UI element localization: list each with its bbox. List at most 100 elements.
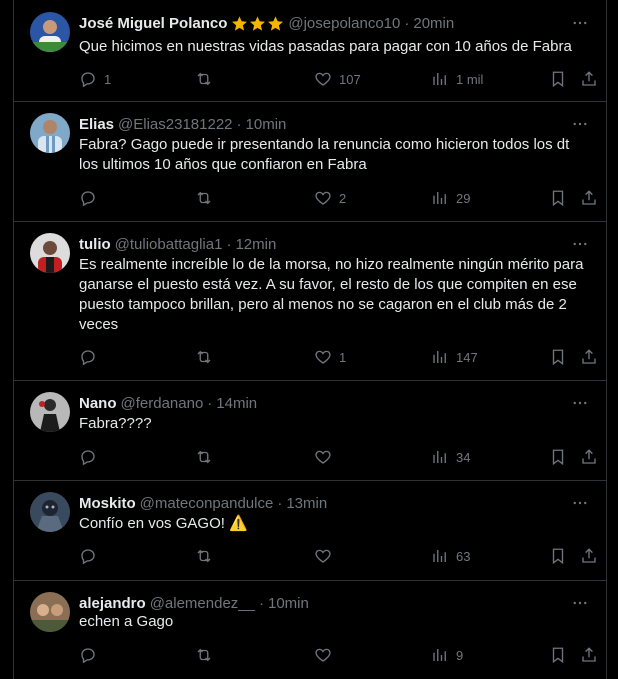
star-icon: [232, 15, 248, 31]
share-button[interactable]: [580, 347, 598, 367]
share-button[interactable]: [580, 188, 598, 208]
like-button[interactable]: 107: [314, 69, 361, 89]
text-line: Fabra????: [79, 415, 152, 432]
retweet-icon: [197, 549, 211, 563]
retweet-icon: [197, 350, 211, 364]
like-button[interactable]: 2: [314, 188, 346, 208]
display-name[interactable]: Moskito: [79, 495, 136, 512]
reply-button[interactable]: [79, 188, 104, 208]
star-icon: [268, 15, 284, 31]
views-button[interactable]: 1 mil: [431, 69, 483, 89]
timestamp[interactable]: 13min: [286, 495, 327, 512]
display-name[interactable]: tulio: [79, 236, 111, 253]
avatar[interactable]: [30, 592, 70, 632]
user-handle[interactable]: @tuliobattaglia1: [115, 236, 223, 253]
views-icon: [433, 550, 446, 562]
bookmark-button[interactable]: [549, 347, 567, 367]
more-icon[interactable]: [570, 593, 590, 613]
text-line: Es realmente increíble lo de la morsa, n…: [79, 256, 584, 273]
more-icon[interactable]: [570, 13, 590, 33]
tweet[interactable]: Moskito @mateconpandulce · 13min Confío …: [14, 480, 606, 581]
user-handle[interactable]: @ferdanano: [121, 395, 204, 412]
share-button[interactable]: [580, 546, 598, 566]
retweet-button[interactable]: [195, 347, 213, 367]
tweet-header: Moskito @mateconpandulce · 13min: [79, 493, 594, 513]
user-handle[interactable]: @Elias23181222: [118, 116, 232, 133]
views-icon: [433, 192, 446, 204]
action-bar: 9: [79, 645, 596, 665]
tweet[interactable]: Elias @Elias23181222 · 10min Fabra? Gago…: [14, 101, 606, 222]
views-button[interactable]: 29: [431, 188, 470, 208]
share-button[interactable]: [580, 69, 598, 89]
user-handle[interactable]: @mateconpandulce: [140, 495, 274, 512]
tweet[interactable]: Nano @ferdanano · 14min Fabra???? 34: [14, 380, 606, 481]
share-button[interactable]: [580, 447, 598, 467]
share-icon: [582, 349, 596, 364]
user-handle[interactable]: @josepolanco10: [288, 15, 400, 32]
timestamp[interactable]: 12min: [235, 236, 276, 253]
user-handle[interactable]: @alemendez__: [150, 595, 255, 612]
bookmark-button[interactable]: [549, 447, 567, 467]
display-name[interactable]: Elias: [79, 116, 114, 133]
retweet-button[interactable]: [195, 645, 213, 665]
like-button[interactable]: [314, 546, 339, 566]
reply-icon: [81, 648, 95, 664]
reply-button[interactable]: [79, 645, 104, 665]
more-icon[interactable]: [570, 114, 590, 134]
timestamp[interactable]: 14min: [216, 395, 257, 412]
bookmark-button[interactable]: [549, 645, 567, 665]
like-button[interactable]: 1: [314, 347, 346, 367]
reply-button[interactable]: [79, 546, 104, 566]
avatar[interactable]: [30, 12, 70, 52]
like-count: 2: [339, 190, 347, 206]
avatar[interactable]: [30, 233, 70, 273]
display-name[interactable]: alejandro: [79, 595, 146, 612]
tweet-text: Fabra????: [79, 414, 590, 434]
display-name[interactable]: José Miguel Polanco: [79, 15, 227, 32]
like-count: 107: [339, 71, 361, 87]
views-button[interactable]: 34: [431, 447, 470, 467]
avatar[interactable]: [30, 492, 70, 532]
heart-icon: [315, 72, 331, 86]
separator: ·: [236, 115, 242, 133]
views-button[interactable]: 9: [431, 645, 463, 665]
bookmark-button[interactable]: [549, 188, 567, 208]
like-button[interactable]: [314, 447, 339, 467]
timestamp[interactable]: 10min: [268, 595, 309, 612]
reply-button[interactable]: [79, 347, 104, 367]
more-icon[interactable]: [570, 234, 590, 254]
more-icon[interactable]: [570, 393, 590, 413]
bookmark-button[interactable]: [549, 546, 567, 566]
action-bar: 2 29: [79, 188, 596, 208]
heart-icon: [315, 350, 331, 364]
tweet[interactable]: tulio @tuliobattaglia1 · 12min Es realme…: [14, 221, 606, 381]
views-button[interactable]: 147: [431, 347, 478, 367]
retweet-button[interactable]: [195, 447, 213, 467]
retweet-button[interactable]: [195, 188, 213, 208]
star-icon: [250, 15, 266, 31]
reply-button[interactable]: 1: [79, 69, 111, 89]
display-name[interactable]: Nano: [79, 395, 117, 412]
view-count: 9: [456, 647, 464, 663]
more-icon[interactable]: [570, 493, 590, 513]
reply-button[interactable]: [79, 447, 104, 467]
star-badges: [231, 15, 284, 32]
views-button[interactable]: 63: [431, 546, 470, 566]
heart-icon: [315, 549, 331, 563]
reply-icon: [81, 450, 95, 466]
tweet-text: echen a Gago: [79, 612, 590, 632]
share-button[interactable]: [580, 645, 598, 665]
timestamp[interactable]: 10min: [246, 116, 287, 133]
timestamp[interactable]: 20min: [413, 15, 454, 32]
avatar[interactable]: [30, 392, 70, 432]
tweet[interactable]: José Miguel Polanco @josepolanco10 · 20m…: [14, 0, 606, 102]
retweet-button[interactable]: [195, 69, 213, 89]
avatar[interactable]: [30, 113, 70, 153]
heart-icon: [315, 648, 331, 662]
like-button[interactable]: [314, 645, 339, 665]
bookmark-button[interactable]: [549, 69, 567, 89]
views-icon: [433, 649, 446, 661]
retweet-button[interactable]: [195, 546, 213, 566]
text-line: Fabra? Gago puede ir presentando la renu…: [79, 136, 570, 153]
tweet[interactable]: alejandro @alemendez__ · 10min echen a G…: [14, 580, 606, 679]
